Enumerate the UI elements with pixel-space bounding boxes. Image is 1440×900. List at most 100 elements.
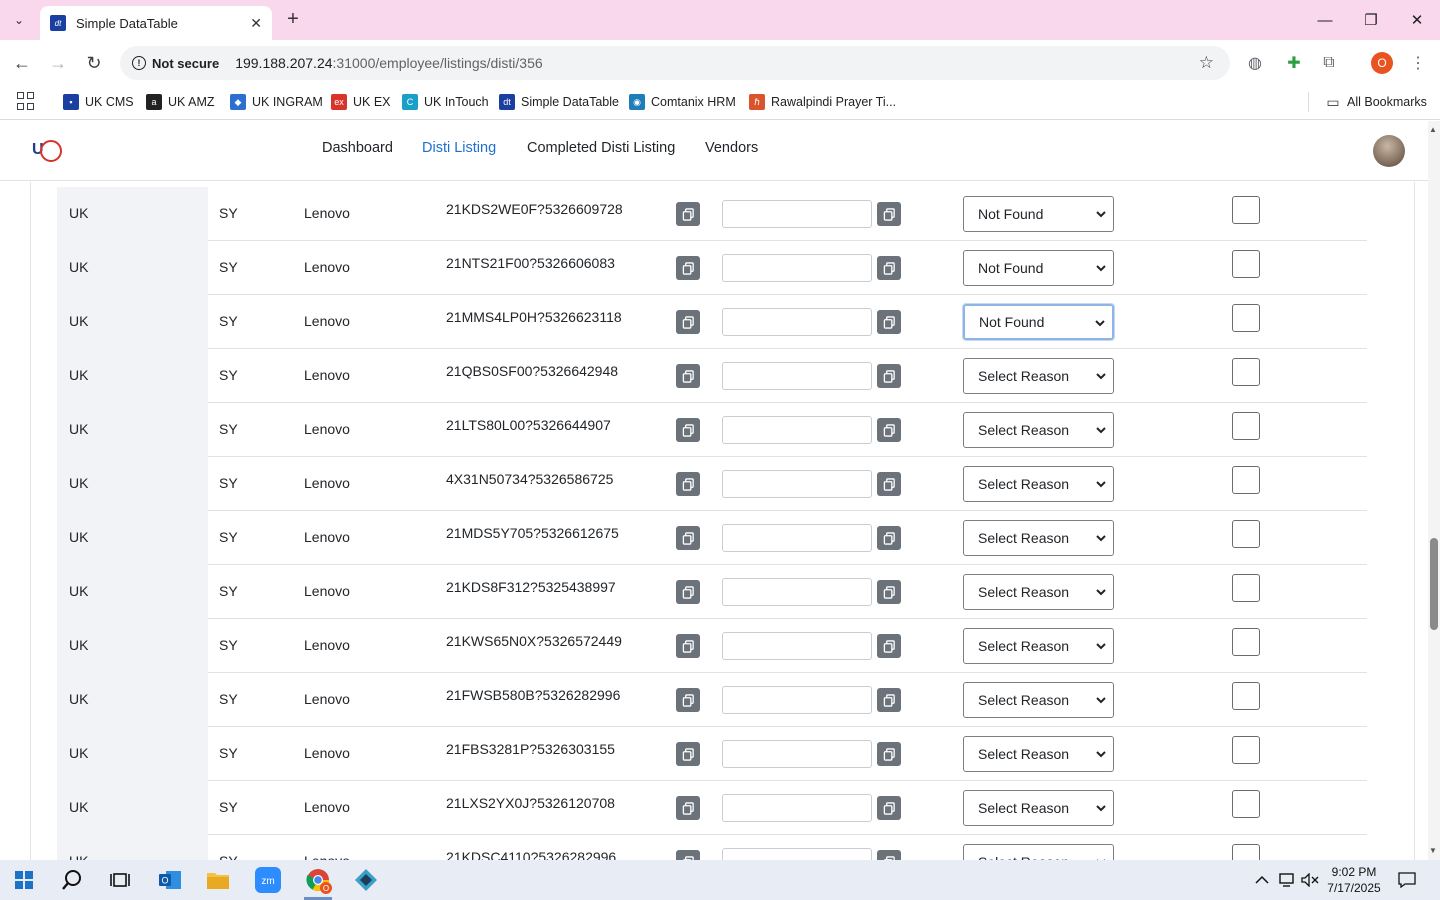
notifications-icon[interactable]	[1392, 864, 1422, 896]
windows-start-icon[interactable]	[4, 864, 44, 896]
page-scrollbar-track[interactable]	[1428, 121, 1440, 860]
reason-select[interactable]: Select Reason	[963, 736, 1114, 772]
security-indicator[interactable]: ! Not secure	[120, 56, 229, 71]
bookmark-item[interactable]: ℏ Rawalpindi Prayer Ti...	[749, 92, 896, 112]
notes-input[interactable]	[722, 632, 872, 660]
copy-sku-button[interactable]	[676, 688, 700, 712]
nav-dashboard[interactable]: Dashboard	[322, 140, 393, 156]
row-checkbox[interactable]	[1232, 466, 1260, 494]
row-checkbox[interactable]	[1232, 358, 1260, 386]
bookmark-item[interactable]: dt Simple DataTable	[499, 92, 619, 112]
url-text[interactable]: 199.188.207.24:31000/employee/listings/d…	[235, 55, 542, 71]
reason-select[interactable]: Select Reason	[963, 520, 1114, 556]
copy-sku-button[interactable]	[676, 202, 700, 226]
extensions-icon[interactable]: ⧉	[1316, 50, 1342, 76]
reason-select[interactable]: Select Reason	[963, 628, 1114, 664]
search-icon[interactable]	[52, 864, 92, 896]
profile-avatar[interactable]: O	[1371, 52, 1393, 74]
reason-select[interactable]: Not Found	[962, 303, 1115, 341]
new-tab-icon[interactable]: +	[282, 8, 304, 30]
apps-grid-icon[interactable]	[17, 92, 35, 110]
reason-select[interactable]: Select Reason	[963, 790, 1114, 826]
copy-notes-button[interactable]	[877, 418, 901, 442]
browser-tab[interactable]: dt Simple DataTable ✕	[40, 6, 272, 40]
uk-logo[interactable]: U	[32, 139, 62, 165]
volume-muted-icon[interactable]	[1296, 864, 1324, 896]
bookmark-item[interactable]: ◉ Comtanix HRM	[629, 92, 736, 112]
notes-input[interactable]	[722, 470, 872, 498]
copy-sku-button[interactable]	[676, 526, 700, 550]
copy-sku-button[interactable]	[676, 634, 700, 658]
reason-select[interactable]: Not Found	[963, 196, 1114, 232]
page-scrollbar-thumb[interactable]	[1430, 538, 1438, 630]
bookmark-item[interactable]: ▪ UK CMS	[63, 92, 134, 112]
bookmark-item[interactable]: ex UK EX	[331, 92, 391, 112]
copy-notes-button[interactable]	[877, 634, 901, 658]
address-bar[interactable]: ! Not secure 199.188.207.24:31000/employ…	[120, 46, 1230, 80]
notes-input[interactable]	[722, 254, 872, 282]
copy-sku-button[interactable]	[676, 580, 700, 604]
copy-sku-button[interactable]	[676, 472, 700, 496]
row-checkbox[interactable]	[1232, 196, 1260, 224]
outlook-icon[interactable]: O	[150, 864, 190, 896]
bookmark-star-icon[interactable]: ☆	[1199, 53, 1214, 73]
nav-completed-disti-listing[interactable]: Completed Disti Listing	[527, 140, 675, 156]
copy-sku-button[interactable]	[676, 418, 700, 442]
chrome-icon[interactable]: O	[298, 864, 338, 900]
notes-input[interactable]	[722, 362, 872, 390]
notes-input[interactable]	[722, 686, 872, 714]
row-checkbox[interactable]	[1232, 250, 1260, 278]
minimize-icon[interactable]: —	[1310, 8, 1340, 32]
bookmark-item[interactable]: ◆ UK INGRAM	[230, 92, 323, 112]
menu-dots-icon[interactable]: ⋮	[1405, 50, 1431, 76]
row-checkbox[interactable]	[1232, 412, 1260, 440]
row-checkbox[interactable]	[1232, 304, 1260, 332]
copy-notes-button[interactable]	[877, 742, 901, 766]
copy-sku-button[interactable]	[676, 256, 700, 280]
reload-icon[interactable]: ↻	[81, 50, 107, 76]
zoom-icon[interactable]: zm	[248, 864, 288, 896]
reason-select[interactable]: Select Reason	[963, 682, 1114, 718]
bookmark-item[interactable]: a UK AMZ	[146, 92, 215, 112]
close-window-icon[interactable]: ✕	[1402, 8, 1432, 32]
notes-input[interactable]	[722, 416, 872, 444]
nav-disti-listing[interactable]: Disti Listing	[422, 140, 496, 156]
reason-select[interactable]: Select Reason	[963, 844, 1114, 860]
reason-select[interactable]: Select Reason	[963, 358, 1114, 394]
reason-select[interactable]: Select Reason	[963, 574, 1114, 610]
copy-notes-button[interactable]	[877, 526, 901, 550]
copy-notes-button[interactable]	[877, 796, 901, 820]
copy-sku-button[interactable]	[676, 310, 700, 334]
notes-input[interactable]	[722, 848, 872, 860]
notes-input[interactable]	[722, 308, 872, 336]
copy-notes-button[interactable]	[877, 310, 901, 334]
translate-icon[interactable]: ◍	[1242, 50, 1268, 76]
row-checkbox[interactable]	[1232, 520, 1260, 548]
show-hidden-icons[interactable]	[1248, 864, 1276, 896]
tab-close-icon[interactable]: ✕	[250, 15, 262, 32]
scroll-up-icon[interactable]: ▲	[1429, 125, 1437, 134]
notes-input[interactable]	[722, 524, 872, 552]
nav-vendors[interactable]: Vendors	[705, 140, 758, 156]
back-icon[interactable]: ←	[9, 50, 35, 76]
user-avatar[interactable]	[1373, 135, 1405, 167]
row-checkbox[interactable]	[1232, 682, 1260, 710]
copy-notes-button[interactable]	[877, 850, 901, 860]
copy-sku-button[interactable]	[676, 796, 700, 820]
copy-notes-button[interactable]	[877, 256, 901, 280]
system-clock[interactable]: 9:02 PM 7/17/2025	[1322, 864, 1386, 896]
row-checkbox[interactable]	[1232, 844, 1260, 860]
row-checkbox[interactable]	[1232, 790, 1260, 818]
copy-sku-button[interactable]	[676, 364, 700, 388]
notes-input[interactable]	[722, 200, 872, 228]
copy-notes-button[interactable]	[877, 688, 901, 712]
reason-select[interactable]: Select Reason	[963, 466, 1114, 502]
row-checkbox[interactable]	[1232, 736, 1260, 764]
forward-icon[interactable]: →	[45, 50, 71, 76]
notes-input[interactable]	[722, 578, 872, 606]
row-checkbox[interactable]	[1232, 628, 1260, 656]
app-diamond-icon[interactable]	[346, 864, 386, 896]
copy-sku-button[interactable]	[676, 850, 700, 860]
bookmark-item[interactable]: C UK InTouch	[402, 92, 489, 112]
tab-search-icon[interactable]: ⌄	[6, 8, 32, 32]
